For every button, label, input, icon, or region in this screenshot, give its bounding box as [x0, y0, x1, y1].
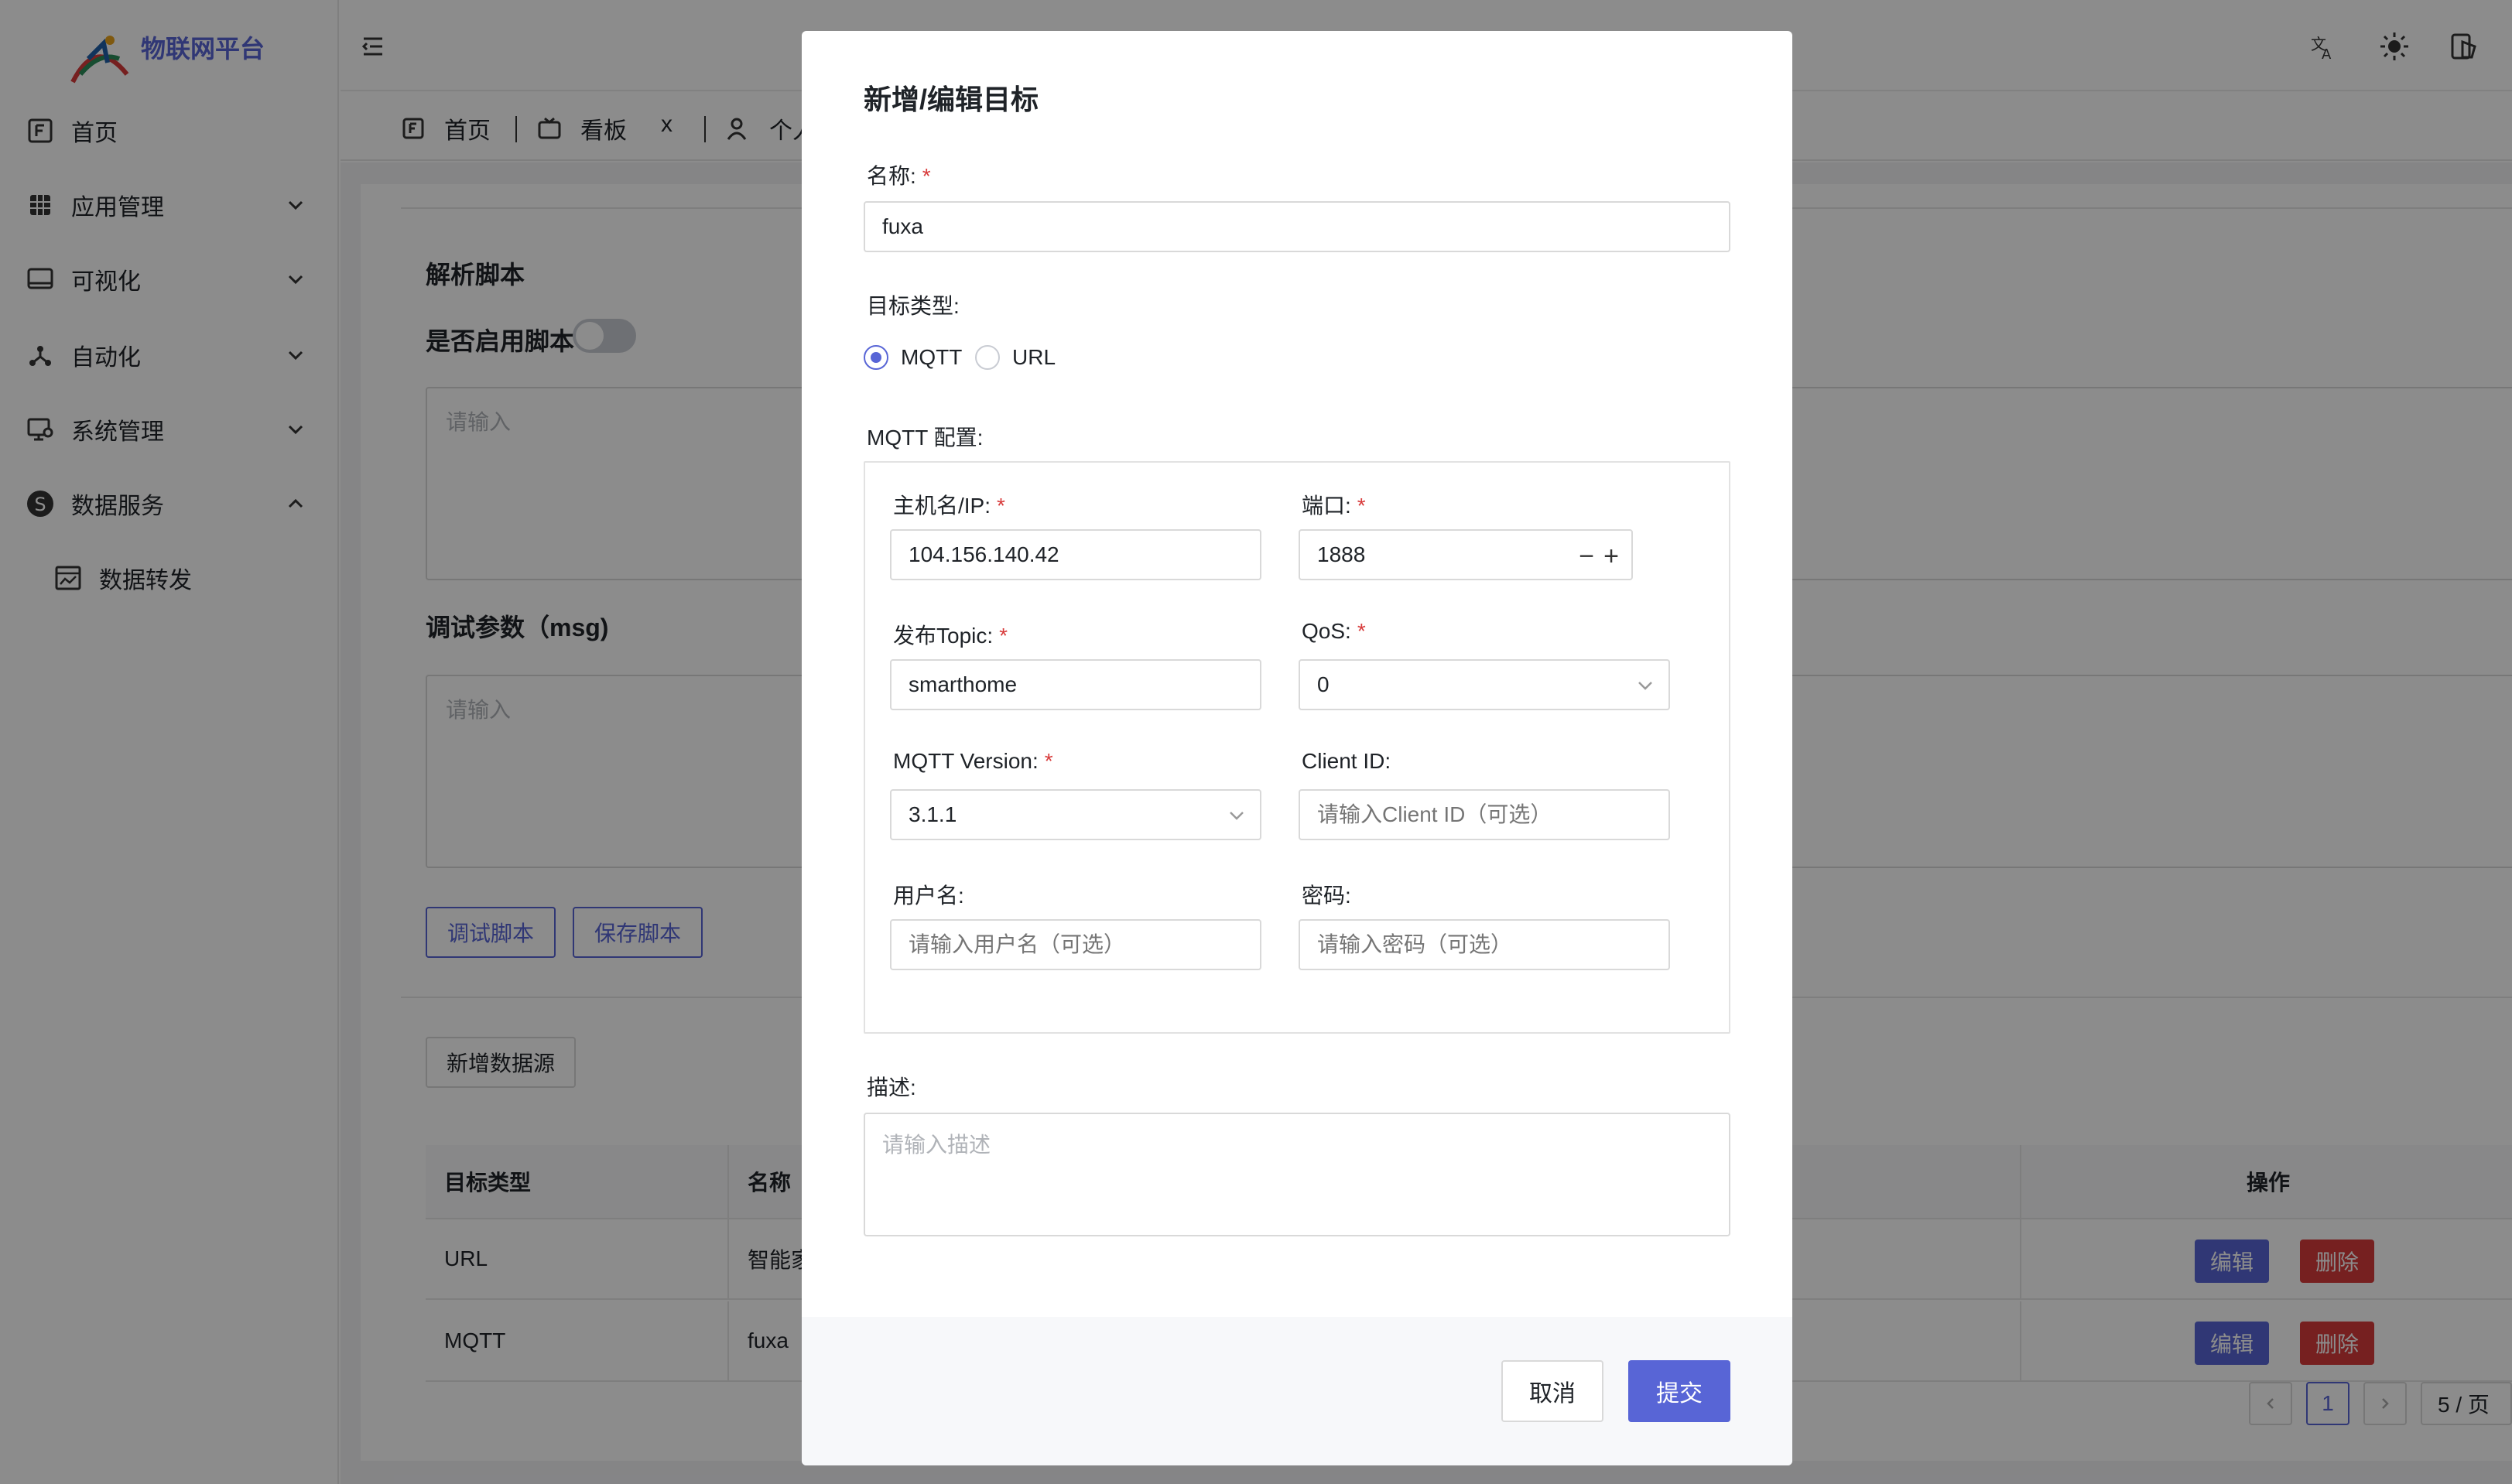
qos-select[interactable]: 0	[1299, 659, 1670, 710]
port-label: 端口: *	[1302, 494, 1366, 518]
name-label: 名称: *	[867, 164, 931, 188]
description-textarea[interactable]: 请输入描述	[864, 1113, 1730, 1236]
target-type-label: 目标类型:	[867, 294, 960, 318]
chevron-down-icon	[1638, 682, 1652, 690]
required-mark: *	[999, 624, 1008, 648]
radio-selected-icon	[864, 345, 888, 370]
modal-title: 新增/编辑目标	[864, 84, 1039, 115]
radio-url[interactable]: URL	[975, 345, 1056, 370]
required-mark: *	[1044, 749, 1053, 773]
minus-icon[interactable]: −	[1579, 542, 1594, 572]
required-mark: *	[922, 164, 931, 188]
description-label: 描述:	[867, 1075, 916, 1099]
cancel-button[interactable]: 取消	[1501, 1360, 1603, 1422]
client-id-label: Client ID:	[1302, 749, 1391, 773]
username-input[interactable]	[890, 919, 1261, 970]
required-mark: *	[997, 494, 1005, 518]
topic-input[interactable]	[890, 659, 1261, 710]
submit-button[interactable]: 提交	[1628, 1360, 1730, 1422]
plus-icon[interactable]: +	[1603, 542, 1619, 572]
radio-label: URL	[1012, 345, 1056, 369]
host-input[interactable]	[890, 529, 1261, 580]
mqtt-version-select[interactable]: 3.1.1	[890, 789, 1261, 840]
password-input[interactable]	[1299, 919, 1670, 970]
client-id-input[interactable]	[1299, 789, 1670, 840]
radio-mqtt[interactable]: MQTT	[864, 345, 962, 370]
name-input[interactable]	[864, 201, 1730, 252]
radio-unselected-icon	[975, 345, 1000, 370]
qos-label: QoS: *	[1302, 619, 1366, 643]
radio-label: MQTT	[901, 345, 963, 369]
edit-target-modal: 新增/编辑目标 名称:* 目标类型: MQTT URL MQTT 配置: 主机名…	[802, 31, 1792, 1465]
mqtt-version-label: MQTT Version: *	[893, 749, 1053, 773]
required-mark: *	[1357, 494, 1366, 518]
qos-value: 0	[1317, 672, 1330, 696]
host-label: 主机名/IP: *	[893, 494, 1005, 518]
port-stepper[interactable]: 1888 − +	[1299, 529, 1633, 580]
stepper-controls: − +	[1579, 542, 1619, 572]
password-label: 密码:	[1302, 884, 1351, 908]
chevron-down-icon	[1230, 812, 1244, 820]
port-value: 1888	[1317, 542, 1366, 566]
mqtt-config-label: MQTT 配置:	[867, 426, 984, 450]
mqtt-version-value: 3.1.1	[909, 802, 957, 826]
description-placeholder: 请输入描述	[882, 1133, 991, 1157]
required-mark: *	[1357, 619, 1366, 643]
username-label: 用户名:	[893, 884, 964, 908]
topic-label: 发布Topic: *	[893, 624, 1008, 648]
